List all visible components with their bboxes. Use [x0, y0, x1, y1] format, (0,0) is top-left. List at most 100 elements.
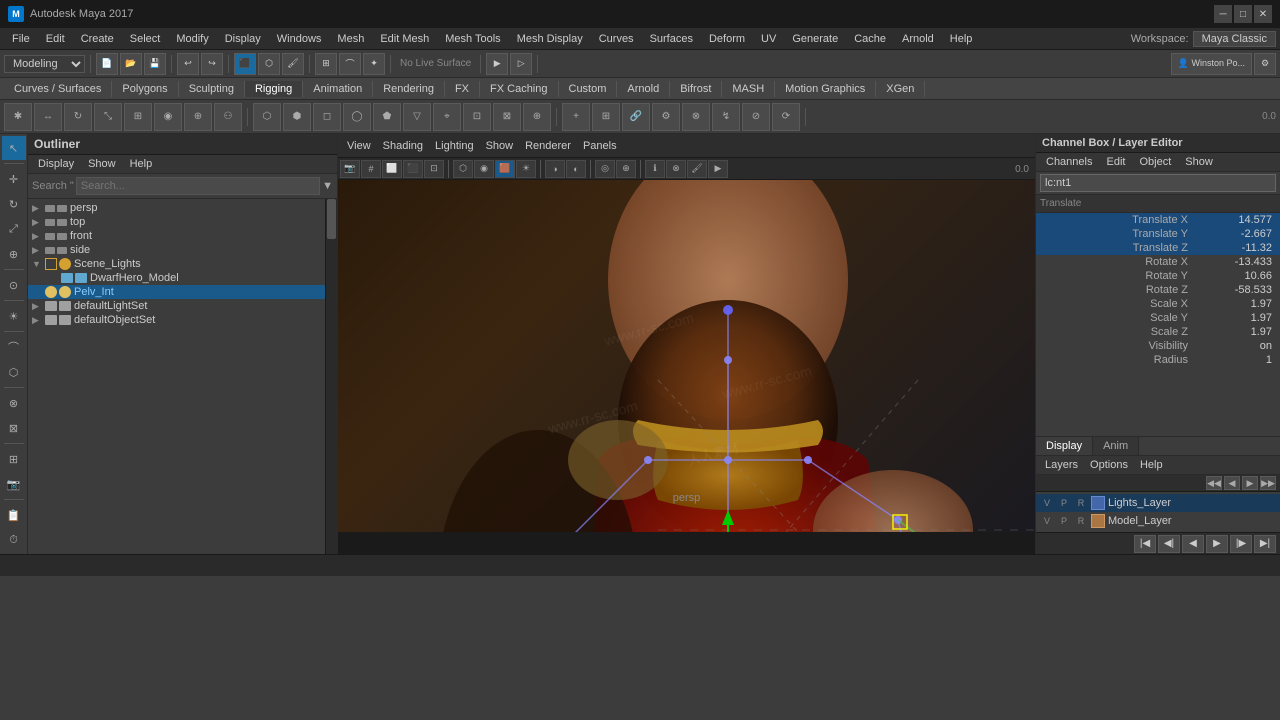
menu-arnold[interactable]: Arnold — [894, 31, 942, 47]
menu-curves[interactable]: Curves — [591, 31, 642, 47]
play-prev-btn[interactable]: ◀| — [1158, 535, 1180, 553]
vi-wireframe-btn[interactable]: ⬡ — [453, 160, 473, 178]
lnav-next-btn[interactable]: ▶ — [1242, 476, 1258, 490]
vt-surface-btn[interactable]: ⬡ — [2, 360, 26, 384]
menu-windows[interactable]: Windows — [269, 31, 330, 47]
menu-mesh[interactable]: Mesh — [329, 31, 372, 47]
shelf-icon-25[interactable]: ⊘ — [742, 103, 770, 131]
new-file-btn[interactable]: 📄 — [96, 53, 118, 75]
vi-gate-mask-btn[interactable]: ⬛ — [403, 160, 423, 178]
play-back-btn[interactable]: ◀ — [1182, 535, 1204, 553]
ch-row-scale-z[interactable]: Scale Z 1.97 — [1036, 325, 1280, 339]
tree-item-scene-lights[interactable]: ▼ Scene_Lights — [28, 257, 325, 271]
mode-dropdown[interactable]: Modeling Rigging Animation FX Rendering — [4, 55, 85, 73]
ch-row-rotate-z[interactable]: Rotate Z -58.533 — [1036, 283, 1280, 297]
menu-mesh-display[interactable]: Mesh Display — [509, 31, 591, 47]
menu-edit-mesh[interactable]: Edit Mesh — [372, 31, 437, 47]
shelf-icon-8[interactable]: ⚇ — [214, 103, 242, 131]
shelf-icon-23[interactable]: ⊗ — [682, 103, 710, 131]
ch-row-visibility[interactable]: Visibility on — [1036, 339, 1280, 353]
shelf-icon-24[interactable]: ↯ — [712, 103, 740, 131]
snap-grid-btn[interactable]: ⊞ — [315, 53, 337, 75]
tab-fx-caching[interactable]: FX Caching — [480, 81, 558, 97]
tab-rendering[interactable]: Rendering — [373, 81, 445, 97]
shelf-icon-1[interactable]: ✱ — [4, 103, 32, 131]
menu-file[interactable]: File — [4, 31, 38, 47]
ch-row-translate-y[interactable]: Translate Y -2.667 — [1036, 227, 1280, 241]
vi-isolate-btn[interactable]: ◎ — [595, 160, 615, 178]
shelf-icon-11[interactable]: ◻ — [313, 103, 341, 131]
shelf-icon-12[interactable]: ◯ — [343, 103, 371, 131]
menu-mesh-tools[interactable]: Mesh Tools — [437, 31, 508, 47]
shelf-icon-22[interactable]: ⚙ — [652, 103, 680, 131]
tab-bifrost[interactable]: Bifrost — [670, 81, 722, 97]
tab-rigging[interactable]: Rigging — [245, 81, 303, 97]
shelf-icon-20[interactable]: ⊞ — [592, 103, 620, 131]
tree-item-front[interactable]: ▶ front — [28, 229, 325, 243]
save-file-btn[interactable]: 💾 — [144, 53, 166, 75]
maximize-button[interactable]: □ — [1234, 5, 1252, 23]
outliner-menu-show[interactable]: Show — [82, 157, 122, 171]
outliner-scrollbar[interactable] — [325, 199, 337, 554]
vt-camera-btn[interactable]: 📷 — [2, 472, 26, 496]
lm-help-menu[interactable]: Help — [1135, 458, 1168, 472]
shelf-icon-4[interactable]: ⤡ — [94, 103, 122, 131]
shelf-icon-26[interactable]: ⟳ — [772, 103, 800, 131]
ipr-btn[interactable]: ▷ — [510, 53, 532, 75]
vi-hud-btn[interactable]: ℹ — [645, 160, 665, 178]
vt-grid-btn[interactable]: ⊞ — [2, 447, 26, 471]
lm-options-menu[interactable]: Options — [1085, 458, 1133, 472]
menu-help[interactable]: Help — [942, 31, 981, 47]
ch-menu-edit[interactable]: Edit — [1100, 155, 1131, 169]
shelf-icon-9[interactable]: ⬡ — [253, 103, 281, 131]
outliner-menu-help[interactable]: Help — [124, 157, 159, 171]
vi-texture-btn[interactable]: 🟫 — [495, 160, 515, 178]
shelf-icon-2[interactable]: ↔ — [34, 103, 62, 131]
lm-layers-menu[interactable]: Layers — [1040, 458, 1083, 472]
ch-row-translate-z[interactable]: Translate Z -11.32 — [1036, 241, 1280, 255]
layer-r-model[interactable]: R — [1074, 514, 1088, 528]
vt-curve-btn[interactable]: ⌒ — [2, 335, 26, 359]
tree-item-side[interactable]: ▶ side — [28, 243, 325, 257]
vi-paint-btn[interactable]: 🖌 — [687, 160, 707, 178]
vi-seq-btn[interactable]: ▶ — [708, 160, 728, 178]
layer-p-lights[interactable]: P — [1057, 496, 1071, 510]
ch-row-rotate-y[interactable]: Rotate Y 10.66 — [1036, 269, 1280, 283]
shelf-icon-16[interactable]: ⊡ — [463, 103, 491, 131]
play-end-btn[interactable]: ▶| — [1254, 535, 1276, 553]
select-tool-btn[interactable]: ⬛ — [234, 53, 256, 75]
vt-universal-btn[interactable]: ⊕ — [2, 242, 26, 266]
close-button[interactable]: ✕ — [1254, 5, 1272, 23]
vi-grid-btn[interactable]: # — [361, 160, 381, 178]
play-next-btn[interactable]: |▶ — [1230, 535, 1252, 553]
tab-motion-graphics[interactable]: Motion Graphics — [775, 81, 876, 97]
vt-rotate-btn[interactable]: ↻ — [2, 192, 26, 216]
channel-node-name-input[interactable] — [1040, 174, 1276, 192]
ch-menu-show[interactable]: Show — [1179, 155, 1219, 169]
ch-row-scale-y[interactable]: Scale Y 1.97 — [1036, 311, 1280, 325]
shelf-icon-15[interactable]: ⌖ — [433, 103, 461, 131]
play-start-btn[interactable]: |◀ — [1134, 535, 1156, 553]
vp-lighting-menu[interactable]: Lighting — [430, 139, 479, 153]
ch-row-scale-x[interactable]: Scale X 1.97 — [1036, 297, 1280, 311]
vt-ik-btn[interactable]: ⊠ — [2, 416, 26, 440]
redo-btn[interactable]: ↪ — [201, 53, 223, 75]
layer-r-lights[interactable]: R — [1074, 496, 1088, 510]
tree-item-persp[interactable]: ▶ persp — [28, 201, 325, 215]
viewport[interactable]: View Shading Lighting Show Renderer Pane… — [338, 134, 1035, 554]
menu-edit[interactable]: Edit — [38, 31, 73, 47]
vi-film-gate-btn[interactable]: ⬜ — [382, 160, 402, 178]
menu-cache[interactable]: Cache — [846, 31, 894, 47]
lnav-last-btn[interactable]: ▶▶ — [1260, 476, 1276, 490]
layer-tab-anim[interactable]: Anim — [1093, 437, 1139, 455]
tab-custom[interactable]: Custom — [559, 81, 618, 97]
vt-joint-btn[interactable]: ⊗ — [2, 391, 26, 415]
vp-panels-menu[interactable]: Panels — [578, 139, 622, 153]
menu-uv[interactable]: UV — [753, 31, 784, 47]
paint-select-btn[interactable]: 🖌 — [282, 53, 304, 75]
vp-renderer-menu[interactable]: Renderer — [520, 139, 576, 153]
vi-ao-btn[interactable]: ◐ — [566, 160, 586, 178]
layer-p-model[interactable]: P — [1057, 514, 1071, 528]
layer-v-model[interactable]: V — [1040, 514, 1054, 528]
vp-view-menu[interactable]: View — [342, 139, 376, 153]
